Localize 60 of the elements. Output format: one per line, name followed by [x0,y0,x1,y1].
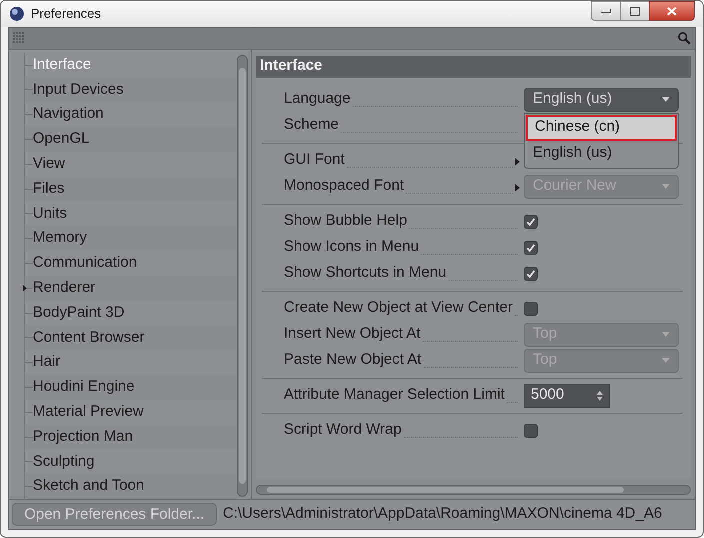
sidebar-item[interactable]: Interface [33,54,92,76]
sidebar-item[interactable]: Files [33,178,65,200]
setting-label: Insert New Object At [284,324,421,344]
sidebar-item[interactable]: Projection Man [33,426,134,448]
caret-icon [662,184,670,190]
caret-icon [662,97,670,102]
sidebar-item[interactable]: View [33,152,66,176]
app-logo-icon [9,6,25,22]
setting-label: Language [284,89,351,110]
setting-label: Attribute Manager Selection Limit [284,385,505,406]
window-title: Preferences [31,5,102,24]
checkbox[interactable] [524,240,538,255]
setting-label: Script Word Wrap [284,420,402,440]
section-header: Interface [256,56,691,78]
sidebar-item[interactable]: Memory [33,227,88,250]
folder-path: C:\Users\Administrator\AppData\Roaming\MAXON\cinema 4D_A6 [223,504,662,524]
setting-label: GUI Font [284,150,345,170]
setting-label: Show Icons in Menu [284,237,420,258]
sidebar-item[interactable]: Sketch and Toon [33,475,144,498]
spinner-arrows-icon[interactable] [597,390,603,401]
sidebar-item[interactable]: Navigation [33,103,104,126]
sidebar-item[interactable]: Hair [33,351,61,374]
checkbox[interactable] [524,424,538,438]
vertical-scrollbar[interactable] [237,54,248,497]
menu-item[interactable]: Chinese (cn) [526,114,677,141]
caret-icon [662,358,670,364]
search-icon[interactable] [678,32,691,45]
sidebar-item[interactable]: Input Devices [33,78,124,102]
setting-label: Monospaced Font [284,176,404,196]
setting-label: Paste New Object At [284,350,422,370]
maximize-button[interactable] [621,1,649,21]
minimize-button[interactable] [591,1,621,21]
sidebar-item[interactable]: Houdini Engine [33,376,135,399]
checkbox[interactable] [524,214,538,229]
sidebar-item[interactable]: Material Preview [33,400,144,424]
sidebar-item[interactable]: Renderer [33,276,96,300]
maximize-icon [630,6,640,16]
number-field[interactable]: 5000 [524,384,610,408]
sidebar-item[interactable]: BodyPaint 3D [33,302,125,324]
setting-label: Scheme [284,115,340,136]
sidebar-item[interactable]: Content Browser [33,326,145,350]
sidebar-item[interactable]: Communication [33,252,138,275]
caret-icon [662,332,670,338]
menu-item[interactable]: English (us) [526,140,677,167]
close-icon [667,6,677,16]
sidebar-item[interactable]: Units [33,202,68,226]
sidebar-item[interactable]: Sculpting [33,450,95,474]
open-folder-button[interactable]: Open Preferences Folder... [12,503,217,526]
minimize-icon [601,9,611,13]
checkbox[interactable] [524,266,538,281]
setting-label: Show Bubble Help [284,211,408,232]
checkbox[interactable] [524,302,538,316]
horizontal-scrollbar[interactable] [256,485,691,495]
setting-label: Show Shortcuts in Menu [284,263,447,284]
close-button[interactable] [649,1,695,21]
sidebar-item[interactable]: OpenGL [33,128,90,151]
setting-label: Create New Object at View Center [284,298,513,318]
grip-icon[interactable] [13,32,25,44]
expand-arrow-icon[interactable] [23,284,27,292]
dropdown[interactable]: English (us) [524,88,679,112]
